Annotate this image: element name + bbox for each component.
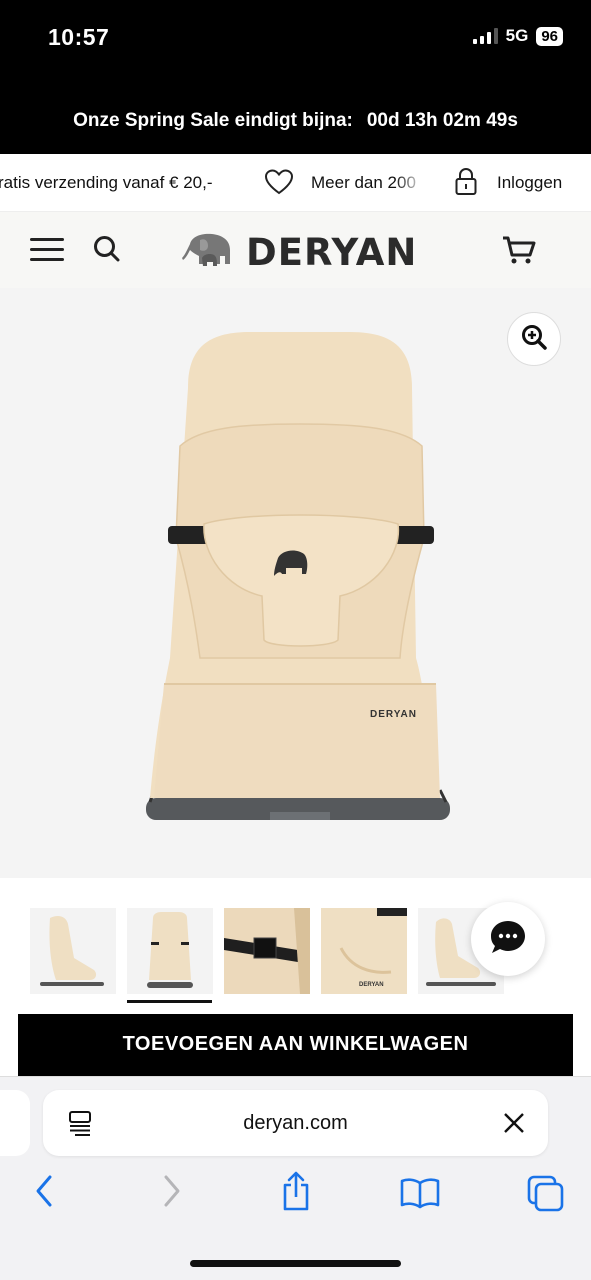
previous-tab-pill[interactable]	[0, 1090, 30, 1156]
address-bar[interactable]: deryan.com	[43, 1090, 548, 1156]
battery-icon: 96	[536, 26, 563, 46]
browser-bottom-bar: deryan.com	[0, 1076, 591, 1280]
thumbnail-2[interactable]	[127, 908, 213, 994]
status-indicators: 5G 96	[472, 26, 563, 46]
usp-bar: ratis verzending vanaf € 20,- Meer dan 2…	[0, 154, 591, 212]
usp-fade	[395, 166, 425, 196]
search-icon[interactable]	[92, 234, 122, 269]
usp-free-shipping: ratis verzending vanaf € 20,-	[0, 173, 213, 192]
browser-toolbar	[0, 1171, 591, 1218]
back-icon[interactable]	[34, 1173, 54, 1214]
status-time: 10:57	[48, 24, 110, 50]
add-to-cart-button[interactable]: TOEVOEGEN AAN WINKELWAGEN	[18, 1014, 573, 1078]
home-indicator	[190, 1260, 401, 1267]
heart-icon	[264, 168, 294, 201]
cart-icon[interactable]	[501, 234, 537, 271]
login-link[interactable]: Inloggen	[497, 173, 562, 193]
site-header: DERYAN	[0, 212, 591, 288]
network-label: 5G	[505, 26, 529, 45]
zoom-in-icon	[520, 323, 548, 356]
active-thumbnail-indicator	[127, 1000, 212, 1003]
thumbnail-3[interactable]	[224, 908, 310, 994]
tabs-icon[interactable]	[527, 1175, 565, 1218]
bouncer-illustration: DERYAN	[140, 328, 460, 843]
product-image[interactable]: DERYAN	[0, 288, 591, 878]
sale-text: Onze Spring Sale eindigt bijna:	[73, 110, 353, 131]
brand-name: DERYAN	[246, 231, 418, 274]
close-icon[interactable]	[503, 1112, 525, 1139]
chat-bubble-icon	[489, 919, 527, 960]
url-text: deryan.com	[243, 1112, 348, 1134]
brand-logo[interactable]: DERYAN	[180, 230, 417, 275]
sale-banner: Onze Spring Sale eindigt bijna: 00d 13h …	[0, 78, 591, 154]
chat-button[interactable]	[471, 902, 545, 976]
thumb-brand-label: DERYAN	[359, 982, 384, 988]
sale-countdown: 00d 13h 02m 49s	[366, 110, 518, 131]
zoom-button[interactable]	[507, 312, 561, 366]
bookmarks-icon[interactable]	[400, 1177, 440, 1214]
menu-icon[interactable]	[30, 238, 64, 262]
thumbnail-4[interactable]: DERYAN	[321, 908, 407, 994]
lock-icon[interactable]	[454, 166, 478, 201]
thumbnail-1[interactable]	[30, 908, 116, 994]
elephant-logo-icon	[180, 230, 236, 275]
status-bar: 10:57 5G 96	[0, 0, 591, 78]
forward-icon[interactable]	[162, 1173, 182, 1214]
fabric-brand-label: DERYAN	[370, 709, 417, 720]
thumbnail-strip: DERYAN	[0, 878, 591, 1012]
share-icon[interactable]	[280, 1171, 312, 1216]
signal-icon	[472, 28, 498, 44]
